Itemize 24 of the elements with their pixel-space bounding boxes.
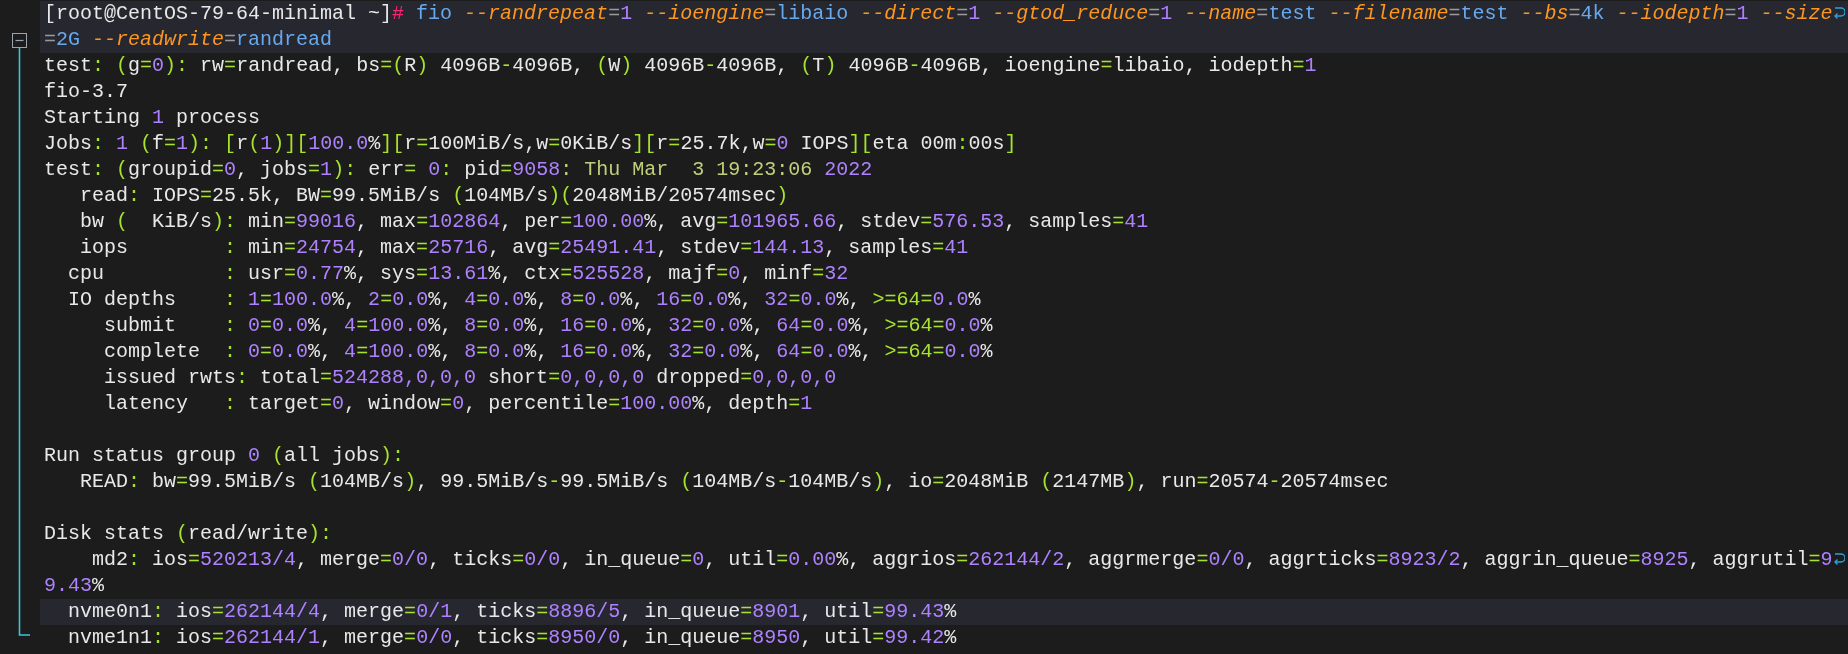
output-line: latency : target=0, window=0, percentile=100.00%, depth=1 [103,391,813,417]
output-line: test: (g=0): rw=randread, bs=(R) 4096B-4096B, (W) 4096B-4096B, (T) 4096B-4096B, ioengine=libaio, iodepth=1 [44,53,1317,79]
output-line: fio-3.7 [44,79,128,105]
fold-icon[interactable] [12,33,27,48]
output-line: =2G --readwrite=randread [44,27,333,53]
output-line: iops : min=24754, max=25716, avg=25491.41, stdev=144.13, samples=41 [79,235,969,261]
output-line: nvme0n1: ios=262144/4, merge=0/1, ticks=8896/5, in_queue=8901, util=99.43% [67,599,957,625]
output-line: md2: ios=520213/4, merge=0/0, ticks=0/0, in_queue=0, util=0.00%, aggrios=262144/2, aggrmerge=0/0, aggrticks=8923/2, aggrin_queue=8925, aggrutil=9 [91,547,1833,573]
output-line: issued rwts: total=524288,0,0,0 short=0,0,0,0 dropped=0,0,0,0 [103,365,837,391]
output-line: test: (groupid=0, jobs=1): err= 0: pid=9058: Thu Mar 3 19:23:06 2022 [44,157,873,183]
output-line: cpu : usr=0.77%, sys=13.61%, ctx=525528, majf=0, minf=32 [67,261,849,287]
output-line: bw ( KiB/s): min=99016, max=102864, per=100.00%, avg=101965.66, stdev=576.53, samples=41 [79,209,1149,235]
output-line: complete : 0=0.0%, 4=100.0%, 8=0.0%, 16=0.0%, 32=0.0%, 64=0.0%, >=64=0.0% [103,339,993,365]
output-line: Run status group 0 (all jobs): [44,443,405,469]
output-line: IO depths : 1=100.0%, 2=0.0%, 4=0.0%, 8=0.0%, 16=0.0%, 32=0.0%, >=64=0.0% [67,287,981,313]
output-line: submit : 0=0.0%, 4=100.0%, 8=0.0%, 16=0.0%, 32=0.0%, 64=0.0%, >=64=0.0% [103,313,993,339]
output-line: 9.43% [44,573,105,599]
output-line: Starting 1 process [44,105,261,131]
output-line: nvme1n1: ios=262144/1, merge=0/0, ticks=8950/0, in_queue=8950, util=99.42% [67,625,957,651]
output-line: Disk stats (read/write): [44,521,333,547]
output-line: Jobs: 1 (f=1): [r(1)][100.0%][r=100MiB/s,w=0KiB/s][r=25.7k,w=0 IOPS][eta 00m:00s] [44,131,1017,157]
output-line: READ: bw=99.5MiB/s (104MB/s), 99.5MiB/s-99.5MiB/s (104MB/s-104MB/s), io=2048MiB (2147MB), run=20574-20574msec [79,469,1389,495]
output-line: [root@CentOS-79-64-minimal ~]# fio --randrepeat=1 --ioengine=libaio --direct=1 --gtod_reduce=1 --name=test --filename=test --bs=4k --iodepth=1 --size [44,1,1833,27]
output-line: read: IOPS=25.5k, BW=99.5MiB/s (104MB/s)(2048MiB/20574msec) [79,183,789,209]
